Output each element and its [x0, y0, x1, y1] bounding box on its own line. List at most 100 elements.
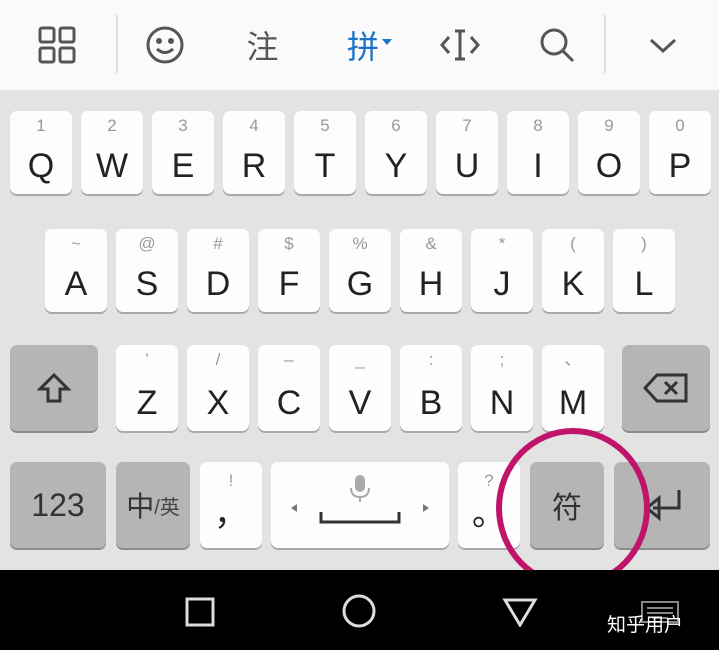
key-y[interactable]: 6Y: [365, 111, 427, 194]
backspace-icon: [643, 373, 688, 403]
key-sub-label: ): [641, 234, 647, 253]
pinyin-label: 拼: [346, 29, 379, 65]
smiley-icon[interactable]: [130, 0, 200, 90]
annotate-label: 注: [246, 29, 279, 65]
key-sub-label: %: [352, 234, 368, 253]
key-sub-label: :: [428, 350, 434, 369]
key-f[interactable]: $ F: [258, 229, 320, 312]
key-x[interactable]: / X: [187, 345, 249, 431]
key-b[interactable]: :B: [400, 345, 462, 431]
key-label: T: [314, 147, 336, 185]
key-label: ，: [214, 495, 248, 533]
key-j[interactable]: * J: [471, 229, 533, 312]
home-circle-icon[interactable]: [336, 588, 382, 634]
annotate-button[interactable]: 注: [225, 0, 300, 90]
key-sub-label: –: [284, 350, 294, 369]
symbol-label: 符: [552, 492, 582, 525]
key-sub-label: @: [138, 234, 156, 253]
enter-key[interactable]: [614, 462, 710, 548]
key-u[interactable]: 7U: [436, 111, 498, 194]
cursor-move-icon[interactable]: [425, 0, 495, 90]
microphone-icon: [350, 475, 370, 502]
key-label: L: [634, 265, 654, 303]
key-k[interactable]: (K: [542, 229, 604, 312]
key-sub-label: 0: [675, 116, 685, 135]
key-label: G: [346, 265, 374, 303]
key-p[interactable]: 0P: [649, 111, 711, 194]
space-key[interactable]: [271, 462, 449, 548]
back-triangle-icon[interactable]: [497, 590, 543, 634]
key-c[interactable]: – C: [258, 345, 320, 431]
key-sub-label: 7: [462, 116, 472, 135]
key-v[interactable]: _ V: [329, 345, 391, 431]
key-label: B: [419, 384, 443, 422]
key-label: F: [278, 265, 300, 303]
search-icon[interactable]: [522, 0, 592, 90]
toolbar-divider: [604, 15, 606, 73]
watermark-text: 知乎用户: [607, 615, 684, 636]
keyboard: 1Q 2W 3E 4R 5T 6Y 7U 8I 9O 0P ~ A @ S # D $…: [0, 90, 719, 570]
key-label: Z: [136, 384, 158, 422]
key-m[interactable]: 、 M: [542, 345, 604, 431]
period-key[interactable]: ? 。: [458, 462, 520, 548]
key-q[interactable]: 1Q: [10, 111, 72, 194]
key-g[interactable]: % G: [329, 229, 391, 312]
chevron-down-icon[interactable]: [628, 0, 698, 90]
shift-arrow-icon: [37, 373, 71, 403]
key-w[interactable]: 2W: [81, 111, 143, 194]
key-sub-label: 5: [320, 116, 330, 135]
key-label: W: [95, 147, 129, 185]
key-sub-label: 4: [249, 116, 259, 135]
key-label: A: [64, 265, 88, 303]
key-sub-label: 1: [36, 116, 46, 135]
key-label: E: [171, 147, 195, 185]
key-i[interactable]: 8I: [507, 111, 569, 194]
dropdown-caret-icon: [382, 39, 392, 45]
zh-en-switch-key[interactable]: 中/英: [116, 462, 190, 548]
key-sub-label: ;: [499, 350, 505, 369]
toolbar-divider: [116, 15, 118, 73]
key-label: J: [493, 265, 511, 303]
number-mode-key[interactable]: 123: [10, 462, 106, 548]
key-label: N: [489, 384, 515, 422]
key-n[interactable]: ; N: [471, 345, 533, 431]
pinyin-mode-button[interactable]: 拼: [335, 0, 405, 90]
key-t[interactable]: 5T: [294, 111, 356, 194]
key-e[interactable]: 3E: [152, 111, 214, 194]
key-l[interactable]: ) L: [613, 229, 675, 312]
key-label: H: [418, 265, 444, 303]
key-z[interactable]: ’ Z: [116, 345, 178, 431]
key-sub-label: 6: [391, 116, 401, 135]
zh-label: 中: [126, 491, 155, 522]
key-o[interactable]: 9O: [578, 111, 640, 194]
key-label: P: [668, 147, 692, 185]
backspace-key[interactable]: [622, 345, 710, 431]
key-label: C: [276, 384, 302, 422]
key-h[interactable]: & H: [400, 229, 462, 312]
grid-icon[interactable]: [22, 0, 92, 90]
key-d[interactable]: # D: [187, 229, 249, 312]
key-sub-label: !: [228, 471, 234, 490]
shift-key[interactable]: [10, 345, 98, 431]
number-mode-label: 123: [31, 486, 85, 523]
en-label: /英: [154, 496, 180, 519]
key-a[interactable]: ~ A: [45, 229, 107, 312]
key-label: Y: [384, 147, 408, 185]
key-sub-label: (: [570, 234, 576, 253]
key-sub-label: _: [355, 350, 365, 369]
key-label: Q: [27, 147, 55, 185]
comma-key[interactable]: ! ，: [200, 462, 262, 548]
ime-toolbar: 注 拼: [0, 0, 719, 90]
recents-square-icon[interactable]: [178, 590, 222, 634]
key-s[interactable]: @ S: [116, 229, 178, 312]
key-sub-label: *: [498, 234, 506, 253]
symbol-key[interactable]: 符: [530, 462, 604, 548]
key-sub-label: 8: [533, 116, 543, 135]
key-r[interactable]: 4R: [223, 111, 285, 194]
key-sub-label: #: [213, 234, 223, 253]
enter-icon: [644, 490, 681, 522]
key-label: U: [454, 147, 480, 185]
key-sub-label: 3: [178, 116, 188, 135]
key-label: O: [595, 147, 623, 185]
key-label: D: [205, 265, 231, 303]
